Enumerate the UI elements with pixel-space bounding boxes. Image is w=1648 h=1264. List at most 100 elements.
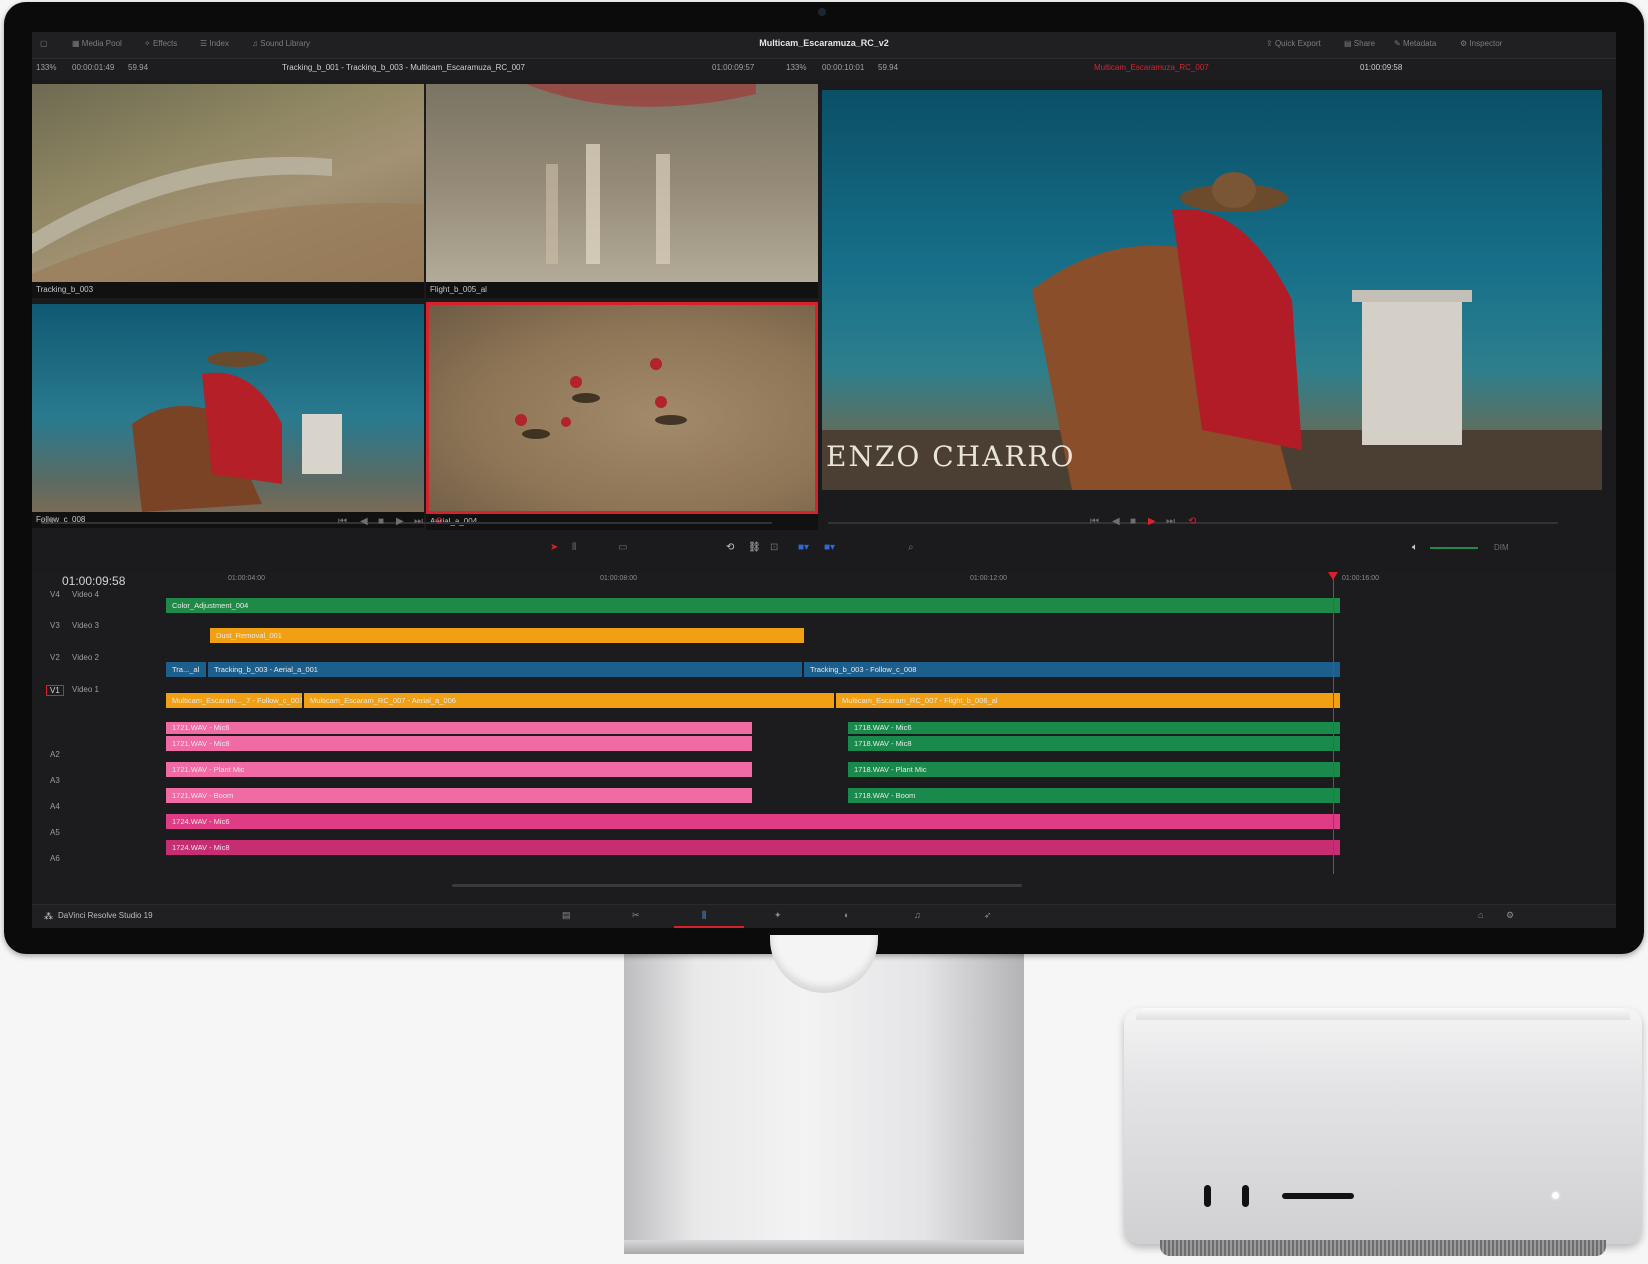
dim-button[interactable]: DIM bbox=[1494, 543, 1509, 552]
marker-icon[interactable]: ■▾ bbox=[824, 542, 835, 553]
multicam-angle-1[interactable] bbox=[32, 84, 424, 282]
track-header-v3[interactable]: V3 Video 3 bbox=[32, 618, 192, 650]
audio-clip-a2-left[interactable]: 1721.WAV - Mic8 bbox=[166, 736, 752, 751]
angle-2-label: Flight_b_005_al bbox=[430, 285, 487, 294]
play-reverse-icon[interactable]: ◀ bbox=[360, 516, 368, 527]
audio-clip-a1-left[interactable]: 1721.WAV - Mic6 bbox=[166, 722, 752, 734]
timeline-area: 01:00:09:58 01:00:04:00 01:00:08:00 01:0… bbox=[32, 572, 1616, 902]
clip-tracking-a[interactable]: Tra..._al bbox=[166, 662, 206, 677]
go-to-end-icon[interactable]: ⏭ bbox=[414, 516, 423, 527]
inspector-tab[interactable]: ⚙ Inspector bbox=[1460, 39, 1502, 48]
stand-foot bbox=[624, 1240, 1024, 1254]
program-go-to-start-icon[interactable]: ⏮ bbox=[1090, 516, 1099, 527]
go-to-start-icon[interactable]: ⏮ bbox=[338, 516, 347, 527]
program-clip-name[interactable]: Multicam_Escaramuza_RC_007 bbox=[1094, 63, 1209, 72]
volume-slider[interactable] bbox=[1430, 547, 1478, 549]
track-id: V4 bbox=[50, 590, 60, 599]
program-timecode: 01:00:09:58 bbox=[1360, 63, 1403, 72]
audio-clip-a6[interactable]: 1724.WAV - Mic8 bbox=[166, 840, 1340, 855]
active-page-indicator bbox=[674, 926, 744, 928]
metadata-tab[interactable]: ✎ Metadata bbox=[1394, 39, 1436, 48]
edit-toolbar: ➤ ⫴ ▭ ⟲ ⛓ ⊡ ■▾ ■▾ ⌕ 🔈︎ DIM bbox=[32, 538, 1616, 558]
program-loop-icon[interactable]: ⟲ bbox=[1188, 516, 1196, 527]
zoom-icon[interactable]: ⌕ bbox=[908, 542, 914, 553]
source-timecode: 01:00:09:57 bbox=[712, 63, 755, 72]
program-frame-image bbox=[822, 172, 1602, 490]
color-page-icon[interactable]: ◐ bbox=[844, 910, 849, 920]
power-led bbox=[1552, 1192, 1559, 1199]
trim-tool-icon[interactable]: ⫴ bbox=[572, 542, 576, 553]
multicam-angle-4-active[interactable] bbox=[426, 302, 818, 514]
media-page-icon[interactable]: ▤ bbox=[562, 910, 571, 921]
playhead[interactable] bbox=[1333, 574, 1334, 874]
program-stop-icon[interactable]: ■ bbox=[1130, 516, 1136, 527]
track-id: A4 bbox=[50, 802, 60, 811]
source-clip-path[interactable]: Tracking_b_001 - Tracking_b_003 - Multic… bbox=[282, 63, 525, 72]
clip-tracking-aerial[interactable]: Tracking_b_003 - Aerial_a_001 bbox=[208, 662, 802, 677]
source-zoom[interactable]: 133% bbox=[36, 63, 56, 72]
share-button[interactable]: ▤ Share bbox=[1344, 39, 1375, 48]
clip-tracking-follow[interactable]: Tracking_b_003 - Follow_c_008 bbox=[804, 662, 1340, 677]
lock-icon[interactable]: ⊡ bbox=[770, 542, 778, 553]
loop-icon[interactable]: ⟲ bbox=[434, 516, 442, 527]
audio-clip-a2-right[interactable]: 1718.WAV - Mic8 bbox=[848, 736, 1340, 751]
timeline-ruler[interactable]: 01:00:04:00 01:00:08:00 01:00:12:00 01:0… bbox=[166, 572, 1516, 586]
ruler-tick: 01:00:12:00 bbox=[970, 575, 1007, 582]
multicam-angle-3[interactable] bbox=[32, 304, 424, 512]
multicam-angle-2[interactable] bbox=[426, 84, 818, 282]
arena-wall-image bbox=[32, 156, 424, 282]
stop-icon[interactable]: ■ bbox=[378, 516, 384, 527]
camera-icon bbox=[818, 8, 826, 16]
clip-multicam-aerial[interactable]: Multicam_Escaram_RC_007 - Aerial_a_006 bbox=[304, 693, 834, 708]
audio-clip-a4-right[interactable]: 1718.WAV - Boom bbox=[848, 788, 1340, 803]
quick-export-button[interactable]: ⇪ Quick Export bbox=[1266, 39, 1321, 48]
clip-color-adjustment[interactable]: Color_Adjustment_004 bbox=[166, 598, 1340, 613]
selection-tool-icon[interactable]: ➤ bbox=[550, 542, 558, 553]
sd-card-slot bbox=[1282, 1193, 1354, 1199]
deliver-page-icon[interactable]: ➶ bbox=[984, 910, 992, 921]
volume-icon[interactable]: 🔈︎ bbox=[1412, 542, 1418, 553]
snapping-icon[interactable]: ⟲ bbox=[726, 542, 734, 553]
fusion-page-icon[interactable]: ✦ bbox=[774, 910, 782, 921]
program-play-icon[interactable]: ▶ bbox=[1148, 516, 1156, 527]
viewer-mode-icon[interactable]: ▭▾ bbox=[40, 516, 54, 527]
top-toolbar: ▢ ▦ Media Pool ✧ Effects ☰ Index ♫ Sound… bbox=[32, 32, 1616, 59]
resolve-logo-icon: ⁂ bbox=[44, 911, 53, 921]
audio-clip-a1-right[interactable]: 1718.WAV - Mic6 bbox=[848, 722, 1340, 734]
track-id: V1 bbox=[46, 685, 64, 696]
horse-legs-image bbox=[526, 84, 756, 264]
program-play-reverse-icon[interactable]: ◀ bbox=[1112, 516, 1120, 527]
track-name: Video 1 bbox=[72, 685, 99, 694]
angle-1-label: Tracking_b_003 bbox=[36, 285, 94, 294]
audio-clip-a3-left[interactable]: 1721.WAV - Plant Mic bbox=[166, 762, 752, 777]
clip-multicam-flight[interactable]: Multicam_Escaram_RC_007 - Flight_b_006_a… bbox=[836, 693, 1340, 708]
flag-icon[interactable]: ■▾ bbox=[798, 542, 809, 553]
cut-page-icon[interactable]: ✂ bbox=[632, 910, 640, 921]
home-icon[interactable]: ⌂ bbox=[1478, 910, 1483, 920]
play-icon[interactable]: ▶ bbox=[396, 516, 404, 527]
edit-page-icon[interactable]: ⫼ bbox=[702, 910, 706, 921]
sign-text: ENZO CHARRO bbox=[826, 440, 1076, 473]
clip-multicam-follow[interactable]: Multicam_Escaram..._7 - Follow_c_007 bbox=[166, 693, 302, 708]
timeline-scrollbar[interactable] bbox=[452, 884, 1022, 887]
clip-dust-removal[interactable]: Dust_Removal_001 bbox=[210, 628, 804, 643]
audio-clip-a3-right[interactable]: 1718.WAV - Plant Mic bbox=[848, 762, 1340, 777]
track-name: Video 3 bbox=[72, 621, 99, 630]
playhead-handle-icon[interactable] bbox=[1328, 572, 1338, 580]
mac-studio bbox=[1124, 1008, 1642, 1244]
settings-icon[interactable]: ⚙ bbox=[1506, 910, 1514, 921]
program-fps: 59.94 bbox=[878, 63, 899, 72]
track-name: Video 4 bbox=[72, 590, 99, 599]
transport-controls: ▭▾ ⏮ ◀ ■ ▶ ⏭ ⟲ ⏮ ◀ ■ ▶ ⏭ ⟲ bbox=[32, 512, 1616, 532]
blade-tool-icon[interactable]: ▭ bbox=[618, 542, 627, 553]
audio-clip-a5[interactable]: 1724.WAV - Mic6 bbox=[166, 814, 1340, 829]
linked-selection-icon[interactable]: ⛓ bbox=[748, 542, 761, 553]
program-viewer[interactable]: ENZO CHARRO bbox=[822, 90, 1602, 490]
program-go-to-end-icon[interactable]: ⏭ bbox=[1166, 516, 1175, 527]
mac-studio-vent bbox=[1160, 1240, 1606, 1256]
resolve-window: ▢ ▦ Media Pool ✧ Effects ☰ Index ♫ Sound… bbox=[32, 32, 1616, 928]
fairlight-page-icon[interactable]: ♫ bbox=[914, 910, 921, 920]
audio-clip-a4-left[interactable]: 1721.WAV - Boom bbox=[166, 788, 752, 803]
program-zoom[interactable]: 133% bbox=[786, 63, 806, 72]
project-title: Multicam_Escaramuza_RC_v2 bbox=[759, 38, 889, 48]
